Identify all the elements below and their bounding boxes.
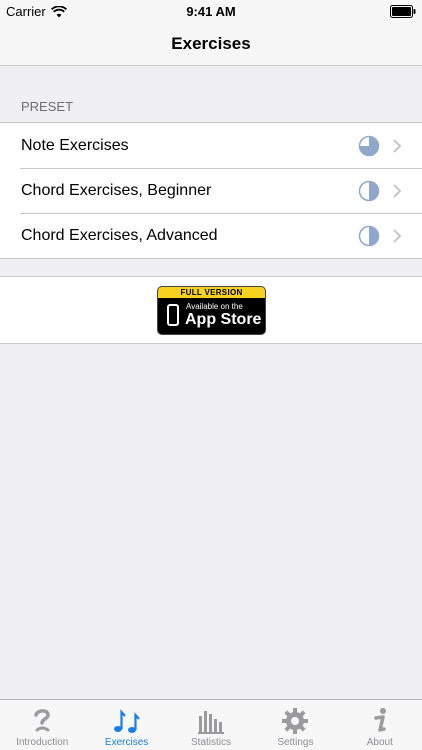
app-store-badge[interactable]: FULL VERSION Available on the App Store bbox=[157, 286, 266, 335]
tab-introduction[interactable]: Introduction bbox=[0, 700, 84, 750]
status-bar: Carrier 9:41 AM bbox=[0, 0, 422, 24]
tab-bar: Introduction Exercises Statistics Settin… bbox=[0, 699, 422, 750]
chevron-right-icon bbox=[393, 184, 402, 198]
badge-subtitle: Available on the bbox=[186, 302, 243, 311]
tab-label: Introduction bbox=[16, 737, 69, 748]
full-version-ribbon: FULL VERSION bbox=[158, 287, 265, 298]
list-item-label: Chord Exercises, Advanced bbox=[21, 226, 218, 244]
navigation-bar: Exercises bbox=[0, 24, 422, 66]
chevron-right-icon bbox=[393, 229, 402, 243]
tab-exercises[interactable]: Exercises bbox=[84, 700, 168, 750]
tab-label: Statistics bbox=[191, 737, 232, 748]
progress-pie-icon bbox=[358, 135, 380, 157]
list-item-chord-beginner[interactable]: Chord Exercises, Beginner bbox=[0, 168, 422, 213]
music-notes-icon bbox=[113, 709, 140, 733]
tab-label: Exercises bbox=[104, 737, 149, 748]
progress-pie-icon bbox=[358, 180, 380, 202]
iphone-icon bbox=[167, 304, 179, 326]
list-item-chord-advanced[interactable]: Chord Exercises, Advanced bbox=[0, 213, 422, 258]
tab-statistics[interactable]: Statistics bbox=[169, 700, 253, 750]
bar-chart-icon bbox=[198, 711, 225, 734]
info-icon bbox=[374, 708, 386, 732]
tab-settings[interactable]: Settings bbox=[253, 700, 337, 750]
list-item-note-exercises[interactable]: Note Exercises bbox=[0, 123, 422, 168]
tab-label: About bbox=[366, 737, 393, 748]
badge-title: App Store bbox=[185, 311, 262, 328]
clock: 9:41 AM bbox=[186, 4, 236, 19]
section-header: PRESET bbox=[21, 99, 74, 114]
chevron-right-icon bbox=[393, 139, 402, 153]
tab-label: Settings bbox=[277, 737, 314, 748]
battery-icon bbox=[390, 5, 416, 18]
question-icon bbox=[34, 709, 50, 732]
ad-banner: FULL VERSION Available on the App Store bbox=[0, 276, 422, 344]
exercise-list: Note Exercises Chord Exercises, Beginner… bbox=[0, 122, 422, 259]
progress-pie-icon bbox=[358, 225, 380, 247]
list-item-label: Chord Exercises, Beginner bbox=[21, 181, 212, 199]
gear-icon bbox=[282, 708, 309, 734]
list-item-label: Note Exercises bbox=[21, 136, 129, 154]
page-title: Exercises bbox=[171, 34, 251, 53]
tab-about[interactable]: About bbox=[338, 700, 422, 750]
